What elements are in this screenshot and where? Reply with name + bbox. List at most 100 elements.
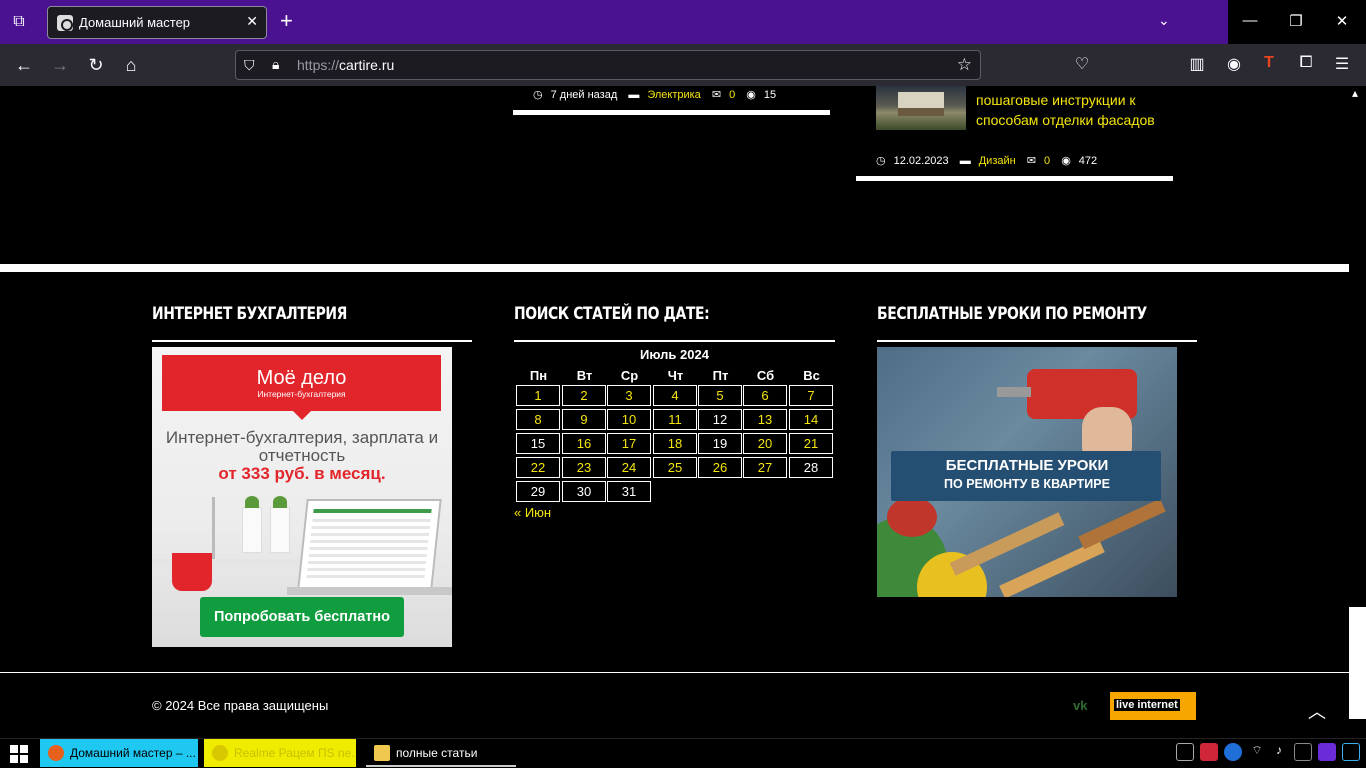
- list-all-tabs-chevron-icon[interactable]: ⌄: [1158, 12, 1170, 29]
- browser-tab-active[interactable]: Домашний мастер ✕: [47, 6, 267, 39]
- app-icon: [212, 745, 228, 761]
- calendar-day-link[interactable]: 1: [516, 385, 560, 406]
- ad-try-free-button[interactable]: Попробовать бесплатно: [200, 597, 404, 637]
- vk-icon[interactable]: vk: [1073, 698, 1087, 713]
- scroll-to-top-chevron-icon[interactable]: ︿: [1308, 698, 1326, 724]
- scrollbar-up-arrow-icon[interactable]: ▴: [1352, 86, 1358, 100]
- calendar-day-link[interactable]: 23: [562, 457, 606, 478]
- scrollbar-thumb[interactable]: [1349, 607, 1366, 719]
- post-thumbnail[interactable]: [876, 86, 966, 130]
- calendar-day: 15: [516, 433, 560, 454]
- calendar-day-link[interactable]: 7: [789, 385, 833, 406]
- calendar-day-link[interactable]: 2: [562, 385, 606, 406]
- ad-lamp-image: [212, 497, 215, 559]
- taskbar-item-folder[interactable]: полные статьи: [366, 739, 516, 767]
- tray-opera-icon[interactable]: [1200, 743, 1218, 761]
- extension-t-icon[interactable]: T: [1257, 54, 1281, 72]
- calendar-day-link[interactable]: 21: [789, 433, 833, 454]
- tray-app-icon[interactable]: [1176, 743, 1194, 761]
- url-text[interactable]: https://cartire.ru: [297, 57, 394, 73]
- windows-start-icon[interactable]: [10, 745, 28, 763]
- network-icon[interactable]: ⌔: [1248, 743, 1266, 761]
- reader-sidebar-icon[interactable]: ▥: [1185, 54, 1209, 74]
- tab-close-icon[interactable]: ✕: [246, 13, 258, 30]
- calendar-day-link[interactable]: 11: [653, 409, 697, 430]
- extensions-puzzle-icon[interactable]: ⧠: [1294, 54, 1318, 72]
- taskbar-item-firefox[interactable]: Домашний мастер – ...: [40, 739, 198, 767]
- calendar-day-link[interactable]: 20: [743, 433, 787, 454]
- bluetooth-icon[interactable]: [1224, 743, 1242, 761]
- calendar-weekday: Чт: [667, 368, 684, 383]
- calendar-day-link[interactable]: 14: [789, 409, 833, 430]
- section-divider: [0, 264, 1349, 272]
- ad-logo: Моё дело: [256, 367, 347, 389]
- bookmark-star-icon[interactable]: ☆: [957, 55, 972, 75]
- calendar-day-link[interactable]: 17: [607, 433, 651, 454]
- calendar-day-link[interactable]: 10: [607, 409, 651, 430]
- ad-headline: Интернет-бухгалтерия, зарплата и отчетно…: [165, 428, 439, 465]
- back-arrow-icon[interactable]: ←: [12, 54, 36, 76]
- calendar-day-link[interactable]: 24: [607, 457, 651, 478]
- liveinternet-counter[interactable]: live internet: [1110, 692, 1196, 720]
- calendar-day-link[interactable]: 4: [653, 385, 697, 406]
- calendar-day-link[interactable]: 26: [698, 457, 742, 478]
- calendar-day-link[interactable]: 9: [562, 409, 606, 430]
- calendar-day-link[interactable]: 18: [653, 433, 697, 454]
- ad-laptop-base: [287, 587, 452, 595]
- calendar-day-link[interactable]: 25: [653, 457, 697, 478]
- post-meta: ◷ 12.02.2023 ▬ Дизайн ✉ 0 ◉ 472: [876, 154, 1105, 167]
- window-close-icon[interactable]: ✕: [1332, 12, 1352, 30]
- post-title-link[interactable]: пошаговые инструкции к способам отделки …: [976, 90, 1166, 130]
- post-comments-link[interactable]: 0: [729, 89, 735, 101]
- post-divider: [856, 176, 1173, 181]
- calendar-day-link[interactable]: 8: [516, 409, 560, 430]
- calendar-day: 28: [789, 457, 833, 478]
- calendar-weekday: Сб: [756, 368, 775, 383]
- taskbar-item-app[interactable]: Realme Рацем ПЅ ne...: [204, 739, 356, 767]
- volume-icon[interactable]: ♪: [1270, 743, 1288, 761]
- calendar-day-link[interactable]: 5: [698, 385, 742, 406]
- taskbar-item-label: полные статьи: [396, 746, 478, 760]
- pocket-icon[interactable]: ♡: [1070, 54, 1094, 74]
- calendar-prev-month-link[interactable]: « Июн: [514, 505, 551, 520]
- tray-app-icon[interactable]: [1294, 743, 1312, 761]
- new-tab-button[interactable]: +: [280, 10, 293, 32]
- post-comments-link[interactable]: 0: [1044, 155, 1050, 167]
- reload-icon[interactable]: ↻: [84, 54, 108, 76]
- tray-n-icon[interactable]: [1318, 743, 1336, 761]
- calendar-weekday: Вс: [803, 368, 820, 383]
- post-divider: [513, 110, 830, 115]
- calendar-day-link[interactable]: 16: [562, 433, 606, 454]
- calendar-day-link[interactable]: 22: [516, 457, 560, 478]
- post-date: 12.02.2023: [893, 155, 949, 167]
- folder-icon: ▬: [959, 155, 971, 167]
- widget-rule: [877, 340, 1197, 342]
- home-icon[interactable]: ⌂: [119, 54, 143, 76]
- accounting-ad-banner[interactable]: Моё дело Интернет-бухгалтерия Интернет-б…: [152, 347, 452, 647]
- calendar-day-link[interactable]: 27: [743, 457, 787, 478]
- calendar-day-link[interactable]: 13: [743, 409, 787, 430]
- account-icon[interactable]: ◉: [1222, 54, 1246, 74]
- menu-hamburger-icon[interactable]: ☰: [1330, 54, 1354, 74]
- widget-title-repair: Бесплатные уроки по ремонту: [877, 304, 1147, 324]
- post-views: 15: [763, 89, 777, 101]
- lock-icon[interactable]: 🔒︎: [272, 56, 279, 73]
- folder-icon: ▬: [628, 89, 640, 101]
- widget-rule: [514, 340, 835, 342]
- window-controls: — ❐ ✕: [1228, 0, 1366, 44]
- post-meta: ◷ 7 дней назад ▬ Электрика ✉ 0 ◉ 15: [533, 88, 784, 101]
- forward-arrow-icon[interactable]: →: [48, 54, 72, 76]
- calendar-day-link[interactable]: 6: [743, 385, 787, 406]
- post-category-link[interactable]: Дизайн: [979, 155, 1016, 167]
- calendar-day: 29: [516, 481, 560, 502]
- minimize-icon[interactable]: —: [1240, 12, 1260, 29]
- firefox-view-icon[interactable]: ⧉: [6, 10, 32, 34]
- address-bar[interactable]: ⛉ 🔒︎ https://cartire.ru ☆: [235, 50, 981, 80]
- post-category-link[interactable]: Электрика: [647, 89, 701, 101]
- notifications-icon[interactable]: [1342, 743, 1360, 761]
- repair-lessons-banner[interactable]: БЕСПЛАТНЫЕ УРОКИ ПО РЕМОНТУ В КВАРТИРЕ: [877, 347, 1177, 597]
- restore-icon[interactable]: ❐: [1286, 12, 1306, 30]
- tracking-shield-icon[interactable]: ⛉: [244, 57, 255, 74]
- calendar-day-link[interactable]: 3: [607, 385, 651, 406]
- ad-laptop-image: [297, 499, 442, 589]
